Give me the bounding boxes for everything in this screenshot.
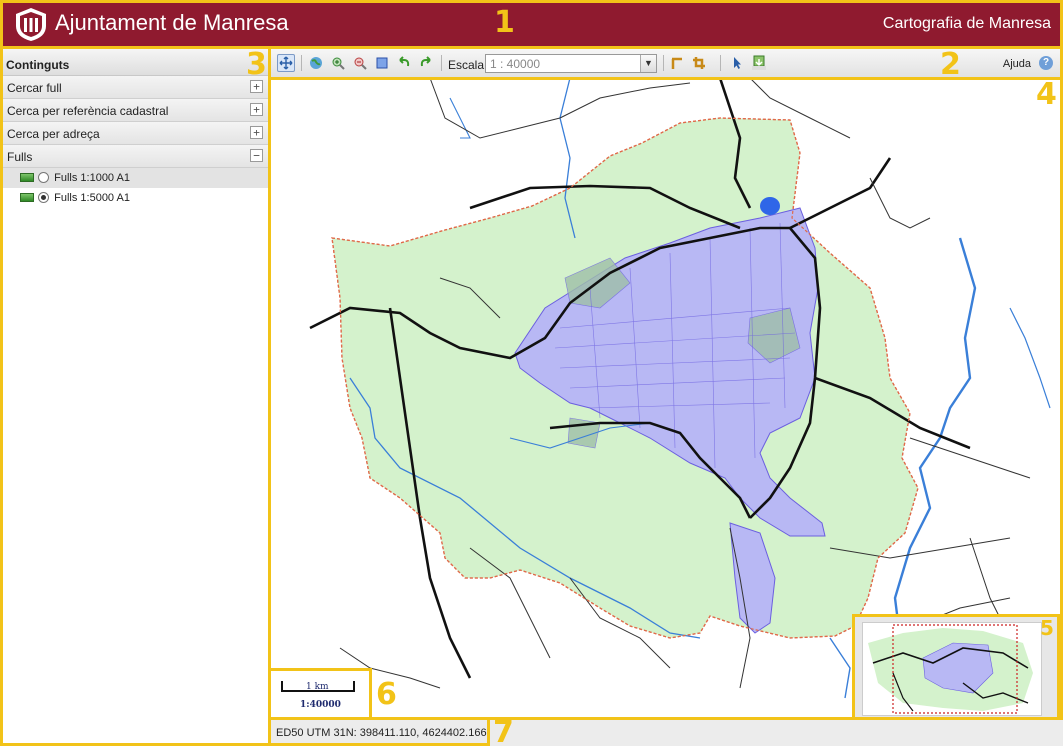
annotation-number: 3 <box>246 47 267 82</box>
scale-value: 1 : 40000 <box>490 57 541 71</box>
layer-radio-selected[interactable] <box>38 192 50 203</box>
app-title: Ajuntament de Manresa <box>55 10 289 35</box>
city-crest-logo[interactable] <box>14 6 48 42</box>
scale-label: Escala <box>448 58 485 72</box>
annotation-number: 7 <box>493 715 514 746</box>
layer-icon <box>20 173 34 182</box>
measure-icon[interactable] <box>668 54 686 72</box>
layer-fulls-1000[interactable]: Fulls 1:1000 A1 <box>0 168 269 188</box>
site-title: Cartografia de Manresa <box>882 15 1051 32</box>
zoom-out-icon[interactable] <box>351 54 369 72</box>
crop-icon[interactable] <box>690 54 708 72</box>
accordion-label: Cerca per referència cadastral <box>7 104 169 118</box>
annotation-number: 4 <box>1036 77 1057 112</box>
accordion-label: Cercar full <box>7 81 62 95</box>
help-icon[interactable]: ? <box>1039 56 1053 70</box>
coordinates-readout: ED50 UTM 31N: 398411.110, 4624402.166 <box>276 727 487 739</box>
scale-bar-distance: 1 km <box>306 682 329 692</box>
zoom-box-icon[interactable] <box>373 54 391 72</box>
layer-fulls-5000[interactable]: Fulls 1:5000 A1 <box>0 188 269 208</box>
accordion-cercar-full[interactable]: Cercar full + <box>0 76 269 99</box>
scale-bar: 1 km 1:40000 <box>270 670 370 718</box>
scale-select[interactable]: 1 : 40000 ▼ <box>485 54 657 73</box>
contents-panel: Continguts Cercar full + Cerca per refer… <box>0 48 270 718</box>
annotation-number: 1 <box>494 5 515 40</box>
undo-icon[interactable] <box>395 54 413 72</box>
layer-label: Fulls 1:5000 A1 <box>54 192 130 204</box>
app-header: Ajuntament de Manresa Cartografia de Man… <box>0 0 1063 48</box>
select-icon[interactable] <box>728 54 746 72</box>
redo-icon[interactable] <box>417 54 435 72</box>
accordion-label: Fulls <box>7 150 33 164</box>
layer-radio[interactable] <box>38 172 50 183</box>
overview-map[interactable] <box>854 616 1063 718</box>
panel-title: Continguts <box>0 48 269 76</box>
river-east <box>893 237 977 639</box>
help-label[interactable]: Ajuda <box>1003 58 1031 70</box>
overview-map-canvas[interactable] <box>862 622 1042 716</box>
expand-icon[interactable]: + <box>250 103 263 116</box>
accordion-label: Cerca per adreça <box>7 127 100 141</box>
overview-drawing <box>868 624 1033 714</box>
annotation-number: 6 <box>376 677 397 712</box>
scale-bar-ratio: 1:40000 <box>300 700 341 710</box>
dxf-download-icon[interactable] <box>750 54 768 72</box>
sidebar-footer <box>0 718 270 746</box>
layer-icon <box>20 193 34 202</box>
status-bar: ED50 UTM 31N: 398411.110, 4624402.166 <box>270 718 1063 746</box>
zoom-in-icon[interactable] <box>329 54 347 72</box>
annotation-number: 2 <box>940 47 961 82</box>
accordion-cerca-cadastral[interactable]: Cerca per referència cadastral + <box>0 99 269 122</box>
pan-icon[interactable] <box>277 54 295 72</box>
layer-label: Fulls 1:1000 A1 <box>54 172 130 184</box>
accordion-cerca-adreca[interactable]: Cerca per adreça + <box>0 122 269 145</box>
annotation-number: 5 <box>1040 616 1054 640</box>
collapse-icon[interactable]: − <box>250 149 263 162</box>
globe-icon[interactable] <box>307 54 325 72</box>
expand-icon[interactable]: + <box>250 126 263 139</box>
accordion-fulls[interactable]: Fulls − <box>0 145 269 168</box>
chevron-down-icon[interactable]: ▼ <box>640 55 656 72</box>
